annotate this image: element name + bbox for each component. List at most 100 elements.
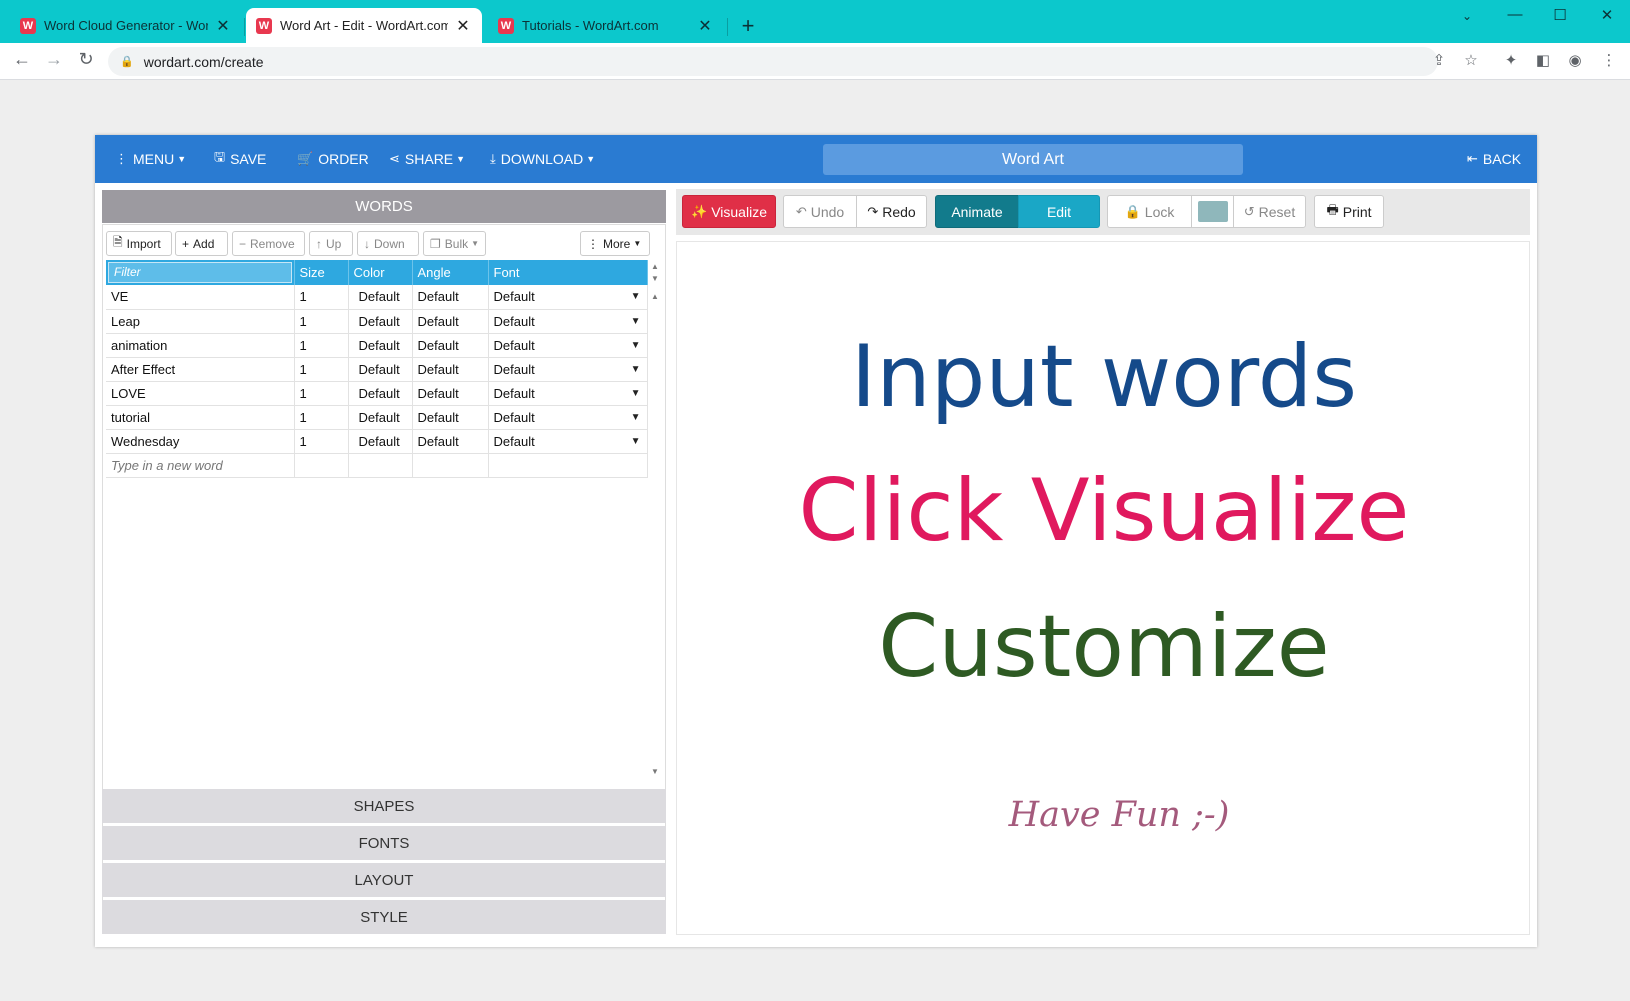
font-cell[interactable]: Default ▼ [488, 309, 648, 334]
scroll-down-arrow-icon[interactable]: ▼ [651, 767, 659, 776]
dropdown-arrow-icon[interactable]: ▼ [631, 291, 641, 302]
size-cell[interactable]: 1 [294, 429, 349, 454]
font-cell[interactable]: Default ▼ [488, 285, 648, 310]
words-scrollbar[interactable]: ▲ ▼ ▲ ▼ [649, 260, 663, 780]
size-cell[interactable]: 1 [294, 333, 349, 358]
extensions-puzzle-icon[interactable]: ✦ [1500, 51, 1522, 69]
angle-cell[interactable]: Default [412, 333, 489, 358]
dropdown-arrow-icon[interactable]: ▼ [631, 388, 641, 399]
column-header-color[interactable]: Color [348, 260, 413, 285]
font-cell[interactable]: Default ▼ [488, 429, 648, 454]
add-word-button[interactable]: + Add [175, 231, 228, 256]
visualize-button[interactable]: ✨ Visualize [682, 195, 776, 228]
order-button[interactable]: 🛒 ORDER [297, 135, 369, 183]
font-cell[interactable]: Default ▼ [488, 405, 648, 430]
word-cell[interactable]: LOVE [106, 381, 295, 406]
color-cell[interactable]: Default [348, 357, 413, 382]
scroll-up-arrow-icon[interactable]: ▲ [651, 262, 659, 271]
shapes-section-header[interactable]: SHAPES [102, 789, 666, 823]
animate-button[interactable]: Animate [935, 195, 1019, 228]
size-cell[interactable]: 1 [294, 405, 349, 430]
words-section-header[interactable]: WORDS [102, 190, 666, 223]
table-row[interactable]: Leap 1 Default Default Default ▼ [106, 309, 648, 334]
angle-cell[interactable]: Default [412, 381, 489, 406]
artwork-title-input[interactable]: Word Art [823, 144, 1243, 175]
table-row[interactable]: tutorial 1 Default Default Default ▼ [106, 405, 648, 430]
save-button[interactable]: 🖫 SAVE [214, 135, 266, 183]
share-page-icon[interactable]: ⇪ [1428, 51, 1450, 69]
table-row[interactable]: LOVE 1 Default Default Default ▼ [106, 381, 648, 406]
move-up-button[interactable]: ↑ Up [309, 231, 353, 256]
column-header-font[interactable]: Font [488, 260, 648, 285]
profile-icon[interactable]: ◉ [1564, 51, 1586, 69]
undo-button[interactable]: ↶ Undo [783, 195, 857, 228]
font-cell[interactable]: Default ▼ [488, 357, 648, 382]
share-button[interactable]: ⋖ SHARE ▼ [389, 135, 465, 183]
new-word-input[interactable]: Type in a new word [106, 453, 295, 478]
word-cell[interactable]: tutorial [106, 405, 295, 430]
color-cell[interactable]: Default [348, 309, 413, 334]
reset-button[interactable]: ↺ Reset [1233, 195, 1306, 228]
browser-menu-icon[interactable]: ⋮ [1598, 51, 1620, 69]
angle-cell[interactable]: Default [412, 285, 489, 310]
table-row[interactable]: animation 1 Default Default Default ▼ [106, 333, 648, 358]
font-cell[interactable]: Default ▼ [488, 333, 648, 358]
size-cell[interactable]: 1 [294, 381, 349, 406]
back-button[interactable]: ⇤ BACK [1467, 135, 1521, 183]
word-cell[interactable]: Leap [106, 309, 295, 334]
remove-word-button[interactable]: − Remove [232, 231, 305, 256]
dropdown-arrow-icon[interactable]: ▼ [631, 316, 641, 327]
color-cell[interactable]: Default [348, 429, 413, 454]
new-tab-button[interactable]: + [736, 13, 760, 39]
table-row[interactable]: After Effect 1 Default Default Default ▼ [106, 357, 648, 382]
download-button[interactable]: ⤓ DOWNLOAD ▼ [490, 135, 595, 183]
angle-cell[interactable]: Default [412, 429, 489, 454]
angle-cell[interactable]: Default [412, 309, 489, 334]
angle-cell[interactable]: Default [412, 357, 489, 382]
table-row[interactable]: VE 1 Default Default Default ▼ [106, 285, 648, 310]
column-header-angle[interactable]: Angle [412, 260, 489, 285]
scroll-up-arrow-icon[interactable]: ▲ [651, 292, 659, 301]
filter-input[interactable]: Filter [108, 262, 292, 283]
close-window-icon[interactable]: ✕ [1592, 6, 1622, 24]
dropdown-arrow-icon[interactable]: ▼ [631, 364, 641, 375]
side-panel-icon[interactable]: ◧ [1532, 51, 1554, 69]
tab-search-chevron-icon[interactable]: ⌄ [1452, 9, 1482, 23]
close-tab-icon[interactable]: ✕ [214, 16, 232, 36]
dropdown-arrow-icon[interactable]: ▼ [631, 340, 641, 351]
maximize-icon[interactable]: ☐ [1545, 6, 1575, 24]
color-cell[interactable]: Default [348, 405, 413, 430]
color-cell[interactable]: Default [348, 381, 413, 406]
dropdown-arrow-icon[interactable]: ▼ [631, 436, 641, 447]
font-cell[interactable]: Default ▼ [488, 381, 648, 406]
word-art-canvas[interactable]: Input words Click Visualize Customize Ha… [676, 241, 1530, 935]
reload-icon[interactable]: ↻ [73, 49, 99, 70]
minimize-icon[interactable]: — [1500, 6, 1530, 23]
table-row[interactable]: Wednesday 1 Default Default Default ▼ [106, 429, 648, 454]
close-tab-icon[interactable]: ✕ [454, 16, 472, 36]
lock-button[interactable]: 🔒 Lock [1107, 195, 1192, 228]
color-cell[interactable]: Default [348, 333, 413, 358]
import-button[interactable]: 🗎 Import [106, 231, 172, 256]
back-arrow-icon[interactable]: ← [9, 49, 35, 70]
background-color-button[interactable] [1191, 195, 1234, 228]
word-cell[interactable]: animation [106, 333, 295, 358]
color-cell[interactable]: Default [348, 285, 413, 310]
bulk-button[interactable]: ❐ Bulk ▼ [423, 231, 486, 256]
layout-section-header[interactable]: LAYOUT [102, 863, 666, 897]
style-section-header[interactable]: STYLE [102, 900, 666, 934]
edit-button[interactable]: Edit [1018, 195, 1100, 228]
angle-cell[interactable]: Default [412, 405, 489, 430]
address-bar[interactable]: 🔒 wordart.com/create [108, 47, 1438, 76]
move-down-button[interactable]: ↓ Down [357, 231, 419, 256]
close-tab-icon[interactable]: ✕ [696, 16, 714, 36]
more-button[interactable]: ⋮ More ▼ [580, 231, 650, 256]
scroll-down-arrow-icon[interactable]: ▼ [651, 274, 659, 283]
browser-tab-word-cloud-generator[interactable]: W Word Cloud Generator - WordArt.com ✕ [10, 8, 242, 43]
word-cell[interactable]: After Effect [106, 357, 295, 382]
word-cell[interactable]: Wednesday [106, 429, 295, 454]
redo-button[interactable]: ↷ Redo [856, 195, 927, 228]
word-cell[interactable]: VE [106, 285, 295, 310]
column-header-size[interactable]: Size [294, 260, 349, 285]
new-word-row[interactable]: Type in a new word [106, 453, 648, 478]
